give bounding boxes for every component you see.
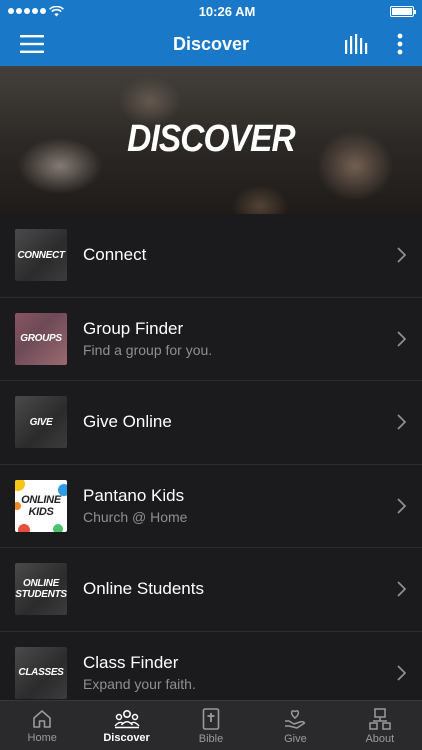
menu-button[interactable] [0,22,64,66]
list-item-online-students[interactable]: Online Students Online Students [0,548,422,632]
chevron-right-icon [397,498,406,514]
list-item-connect[interactable]: Connect Connect [0,214,422,298]
chevron-right-icon [397,331,406,347]
list-item-give-online[interactable]: Give Give Online [0,381,422,465]
audio-button[interactable] [334,22,378,66]
bible-icon [202,708,220,730]
cell-signal-icon [8,8,46,14]
list-item-label: Pantano Kids [83,486,185,506]
hero-banner: DISCOVER [0,66,422,214]
kids-thumbnail: Online Kids [15,479,67,532]
home-icon [33,710,52,728]
more-options-button[interactable] [378,22,422,66]
give-icon [285,710,306,729]
tab-give[interactable]: Give [253,701,337,750]
list-item-group-finder[interactable]: Groups Group Finder Find a group for you. [0,298,422,381]
audio-bars-icon [345,34,368,54]
chevron-right-icon [397,665,406,681]
tab-home[interactable]: Home [0,701,84,750]
list-item-label: Give Online [83,412,172,432]
discover-icon [114,709,140,729]
list-item-label: Online Students [83,579,204,599]
app-bar: Discover [0,22,422,66]
connect-thumbnail: Connect [15,229,67,282]
wifi-icon [49,5,64,16]
list-item-label: Connect [83,245,147,265]
classes-thumbnail: Classes [15,646,67,699]
chevron-right-icon [397,581,406,597]
list-item-pantano-kids[interactable]: Online Kids Pantano Kids Church @ Home [0,465,422,548]
battery-icon [389,5,416,17]
status-time: 10:26 AM [198,3,256,19]
tab-bible[interactable]: Bible [169,701,253,750]
list-item-subtitle: Expand your faith. [83,676,196,693]
list-item-subtitle: Church @ Home [83,509,188,526]
give-thumbnail: Give [15,396,67,449]
hero-title: DISCOVER [127,118,296,160]
discover-list: Connect Connect Groups Group Finder Find … [0,214,422,715]
list-item-label: Group Finder [83,319,184,339]
status-bar: 10:26 AM [0,0,422,22]
list-item-label: Class Finder [83,653,179,673]
signal-indicator [8,5,64,17]
groups-thumbnail: Groups [15,312,67,365]
tab-bar: Home Discover Bible Give About [0,700,422,750]
more-vertical-icon [397,33,403,55]
about-icon [369,708,391,730]
tab-discover[interactable]: Discover [84,701,168,750]
chevron-right-icon [397,247,406,263]
hamburger-icon [20,35,44,53]
students-thumbnail: Online Students [15,563,67,616]
list-item-subtitle: Find a group for you. [83,342,213,359]
chevron-right-icon [397,414,406,430]
tab-about[interactable]: About [338,701,422,750]
